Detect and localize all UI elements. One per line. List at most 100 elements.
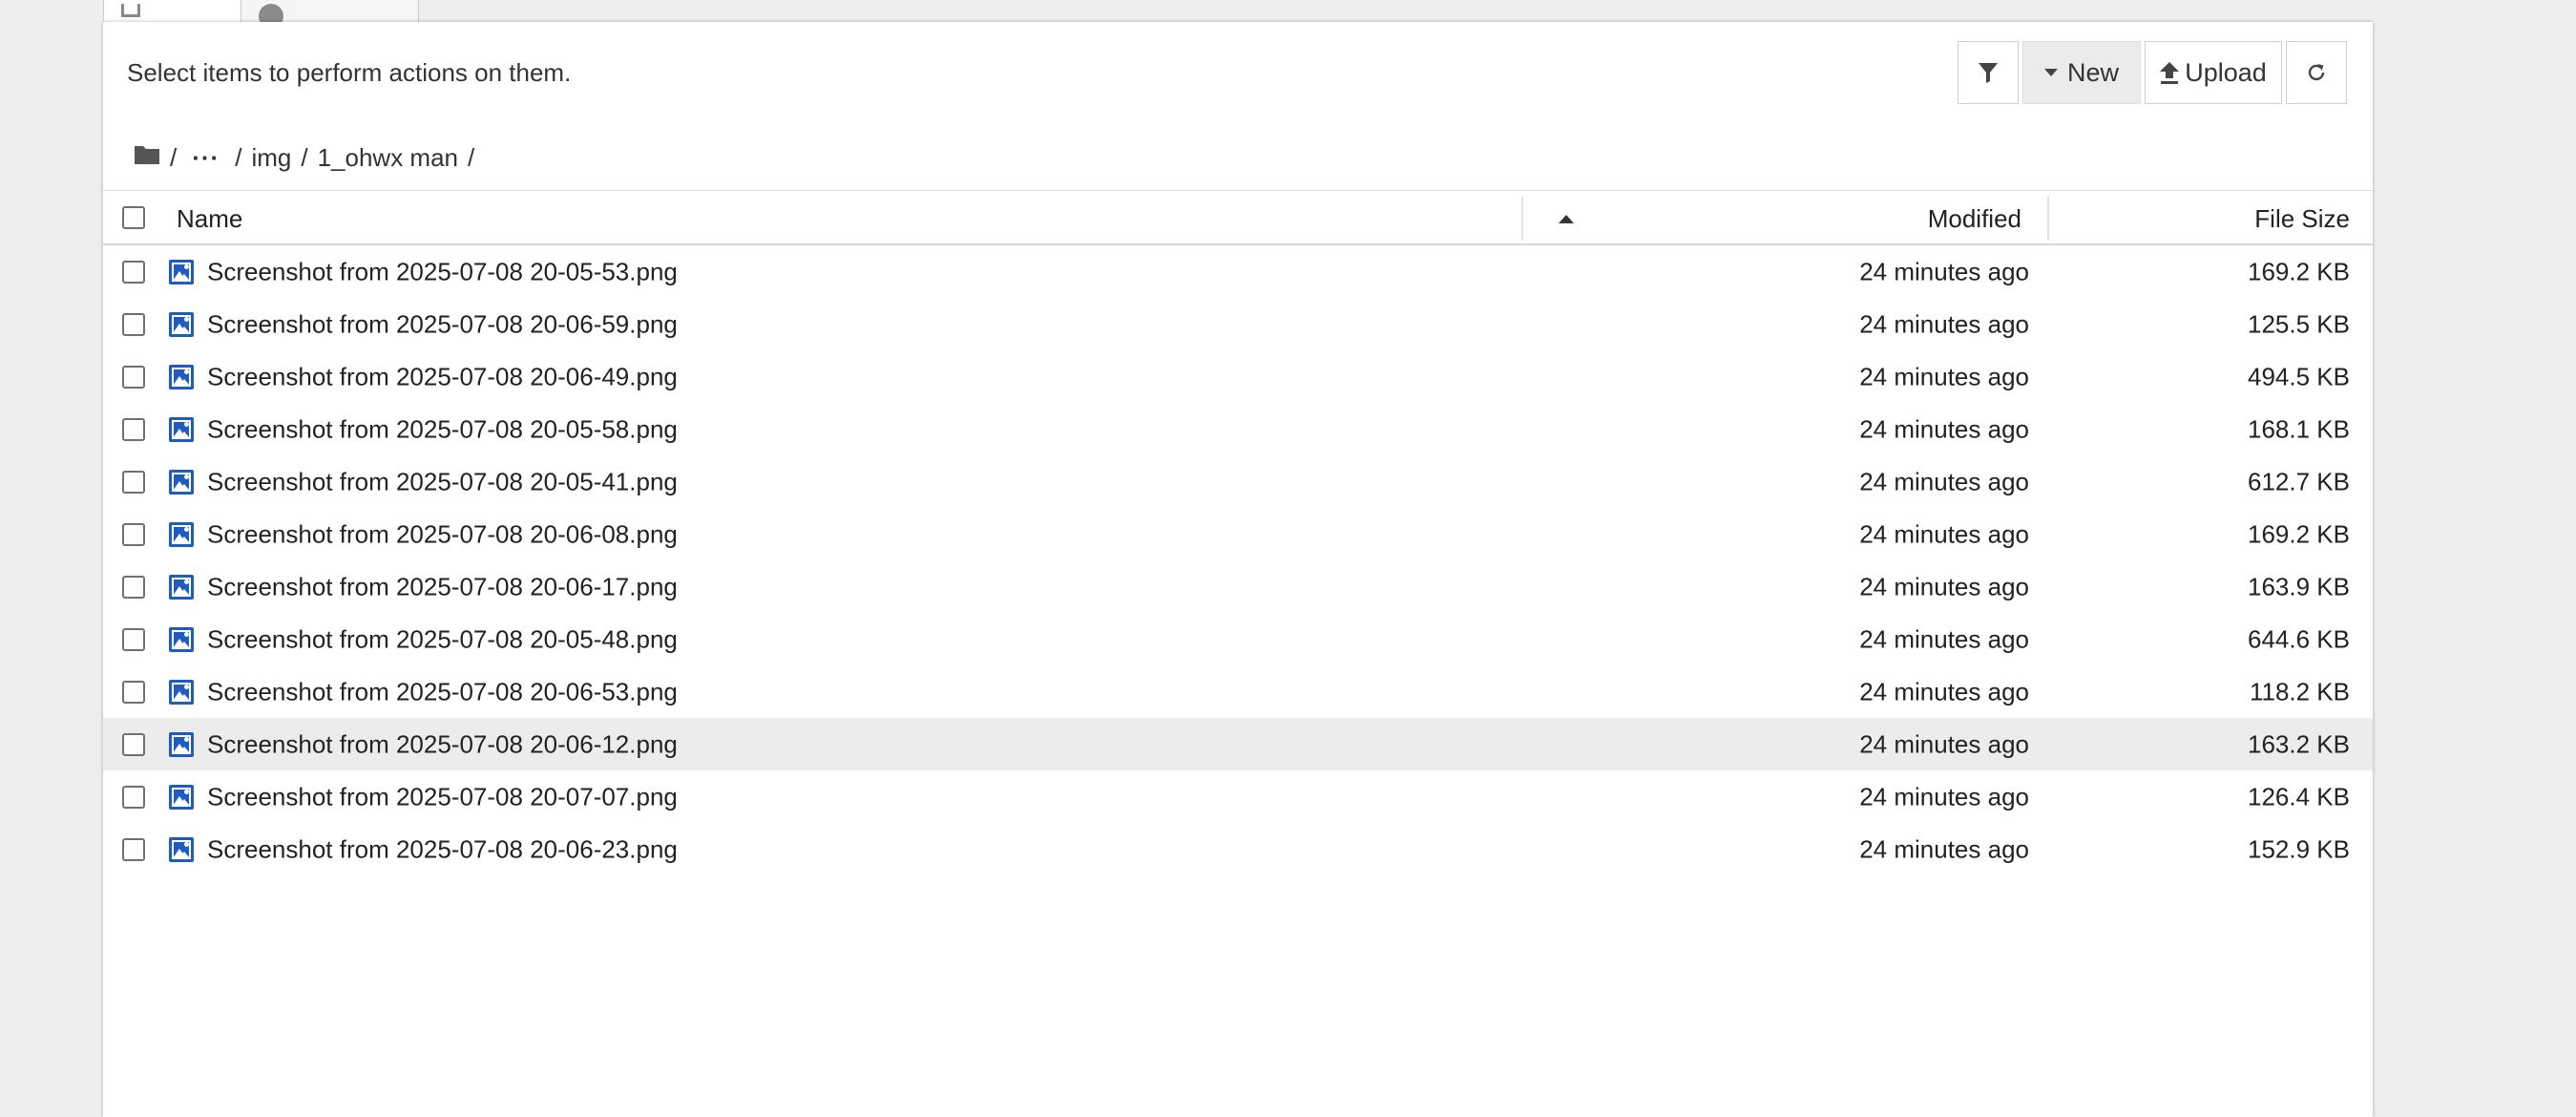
breadcrumb-ellipsis[interactable]: ··· xyxy=(186,143,225,173)
table-row[interactable]: Screenshot from 2025-07-08 20-06-23.png 2… xyxy=(103,823,2373,875)
table-row[interactable]: Screenshot from 2025-07-08 20-05-41.png 2… xyxy=(103,455,2373,508)
file-name[interactable]: Screenshot from 2025-07-08 20-05-41.png xyxy=(207,467,678,496)
file-modified: 24 minutes ago xyxy=(1859,624,2029,653)
tab-running[interactable] xyxy=(241,0,419,23)
file-browser-panel: Select items to perform actions on them.… xyxy=(103,22,2373,1117)
table-row[interactable]: Screenshot from 2025-07-08 20-05-58.png 2… xyxy=(103,403,2373,455)
modified-column-header[interactable]: Modified xyxy=(1928,204,2021,234)
file-name[interactable]: Screenshot from 2025-07-08 20-06-53.png xyxy=(207,677,678,706)
file-name[interactable]: Screenshot from 2025-07-08 20-05-53.png xyxy=(207,257,678,286)
refresh-icon xyxy=(2308,64,2325,81)
caret-down-icon xyxy=(2043,69,2058,76)
breadcrumb-img[interactable]: img xyxy=(251,143,291,173)
row-checkbox[interactable] xyxy=(122,837,145,861)
column-resize-handle[interactable] xyxy=(2047,197,2049,241)
tab-files[interactable] xyxy=(103,0,241,23)
upload-icon xyxy=(2160,61,2180,84)
row-checkbox[interactable] xyxy=(122,312,145,336)
file-size: 644.6 KB xyxy=(2248,624,2350,653)
file-name[interactable]: Screenshot from 2025-07-08 20-07-07.png xyxy=(207,782,678,811)
new-button[interactable]: New xyxy=(2022,41,2141,104)
image-file-icon xyxy=(169,311,194,337)
image-file-icon xyxy=(169,731,194,757)
table-row[interactable]: Screenshot from 2025-07-08 20-06-12.png 2… xyxy=(103,718,2373,770)
file-name[interactable]: Screenshot from 2025-07-08 20-06-59.png xyxy=(207,309,678,339)
file-size-column-header[interactable]: File Size xyxy=(2254,204,2350,234)
file-size: 494.5 KB xyxy=(2248,362,2350,390)
file-name[interactable]: Screenshot from 2025-07-08 20-06-23.png xyxy=(207,834,678,864)
table-row[interactable]: Screenshot from 2025-07-08 20-06-53.png 2… xyxy=(103,665,2373,718)
folder-icon xyxy=(135,145,159,164)
row-checkbox[interactable] xyxy=(122,417,145,441)
file-size: 169.2 KB xyxy=(2248,519,2350,548)
select-all-checkbox[interactable] xyxy=(122,205,145,229)
file-size: 163.9 KB xyxy=(2248,572,2350,601)
file-size: 163.2 KB xyxy=(2248,729,2350,758)
upload-button[interactable]: Upload xyxy=(2145,41,2282,104)
file-name[interactable]: Screenshot from 2025-07-08 20-06-17.png xyxy=(207,572,678,601)
table-row[interactable]: Screenshot from 2025-07-08 20-05-48.png 2… xyxy=(103,613,2373,665)
file-name[interactable]: Screenshot from 2025-07-08 20-05-48.png xyxy=(207,624,678,654)
column-resize-handle[interactable] xyxy=(1521,197,1523,241)
image-file-icon xyxy=(169,784,194,810)
file-modified: 24 minutes ago xyxy=(1859,362,2029,390)
name-column-header[interactable]: Name xyxy=(177,204,242,234)
row-checkbox[interactable] xyxy=(122,575,145,599)
row-checkbox[interactable] xyxy=(122,732,145,756)
image-file-icon xyxy=(169,574,194,600)
file-table: Name Modified File Size Screenshot from … xyxy=(103,190,2373,875)
file-size: 118.2 KB xyxy=(2249,677,2350,706)
table-row[interactable]: Screenshot from 2025-07-08 20-06-49.png 2… xyxy=(103,350,2373,403)
upload-button-label: Upload xyxy=(2185,57,2267,87)
row-checkbox[interactable] xyxy=(122,365,145,389)
breadcrumb-separator: / xyxy=(170,142,178,172)
image-file-icon xyxy=(169,626,194,652)
file-name[interactable]: Screenshot from 2025-07-08 20-05-58.png xyxy=(207,414,678,444)
tab-bar xyxy=(103,0,419,23)
file-modified: 24 minutes ago xyxy=(1859,257,2029,285)
image-file-icon xyxy=(169,259,194,285)
file-name[interactable]: Screenshot from 2025-07-08 20-06-49.png xyxy=(207,362,678,391)
file-size: 152.9 KB xyxy=(2248,834,2350,863)
table-row[interactable]: Screenshot from 2025-07-08 20-07-07.png 2… xyxy=(103,770,2373,823)
selection-hint: Select items to perform actions on them. xyxy=(127,58,572,87)
file-modified: 24 minutes ago xyxy=(1859,414,2029,443)
file-modified: 24 minutes ago xyxy=(1859,309,2029,338)
refresh-button[interactable] xyxy=(2286,41,2347,104)
file-modified: 24 minutes ago xyxy=(1859,519,2029,548)
sort-ascending-icon[interactable] xyxy=(1559,215,1574,223)
file-size: 168.1 KB xyxy=(2248,414,2350,443)
row-checkbox[interactable] xyxy=(122,785,145,809)
table-row[interactable]: Screenshot from 2025-07-08 20-06-08.png 2… xyxy=(103,508,2373,560)
running-tab-icon xyxy=(259,4,283,22)
filter-button[interactable] xyxy=(1958,41,2019,104)
breadcrumb-home[interactable] xyxy=(134,143,160,173)
table-header: Name Modified File Size xyxy=(103,190,2373,245)
table-row[interactable]: Screenshot from 2025-07-08 20-06-17.png 2… xyxy=(103,560,2373,613)
file-size: 126.4 KB xyxy=(2248,782,2350,811)
breadcrumb: / ··· / img / 1_ohwx man / xyxy=(134,138,474,177)
file-size: 125.5 KB xyxy=(2248,309,2350,338)
row-checkbox[interactable] xyxy=(122,522,145,546)
row-checkbox[interactable] xyxy=(122,680,145,704)
table-body: Screenshot from 2025-07-08 20-05-53.png 2… xyxy=(103,245,2373,875)
table-row[interactable]: Screenshot from 2025-07-08 20-06-59.png 2… xyxy=(103,298,2373,350)
files-tab-icon xyxy=(121,4,140,17)
new-button-label: New xyxy=(2066,57,2119,87)
breadcrumb-current-folder[interactable]: 1_ohwx man xyxy=(318,143,458,173)
file-modified: 24 minutes ago xyxy=(1859,677,2029,706)
toolbar-row: Select items to perform actions on them.… xyxy=(103,22,2373,121)
row-checkbox[interactable] xyxy=(122,470,145,494)
breadcrumb-separator: / xyxy=(235,142,242,172)
file-modified: 24 minutes ago xyxy=(1859,467,2029,495)
image-file-icon xyxy=(169,836,194,862)
file-name[interactable]: Screenshot from 2025-07-08 20-06-12.png xyxy=(207,729,678,759)
breadcrumb-separator: / xyxy=(301,142,308,172)
file-modified: 24 minutes ago xyxy=(1859,834,2029,863)
row-checkbox[interactable] xyxy=(122,627,145,651)
row-checkbox[interactable] xyxy=(122,260,145,284)
table-row[interactable]: Screenshot from 2025-07-08 20-05-53.png 2… xyxy=(103,245,2373,298)
file-name[interactable]: Screenshot from 2025-07-08 20-06-08.png xyxy=(207,519,678,549)
breadcrumb-separator: / xyxy=(468,142,475,172)
image-file-icon xyxy=(169,521,194,547)
